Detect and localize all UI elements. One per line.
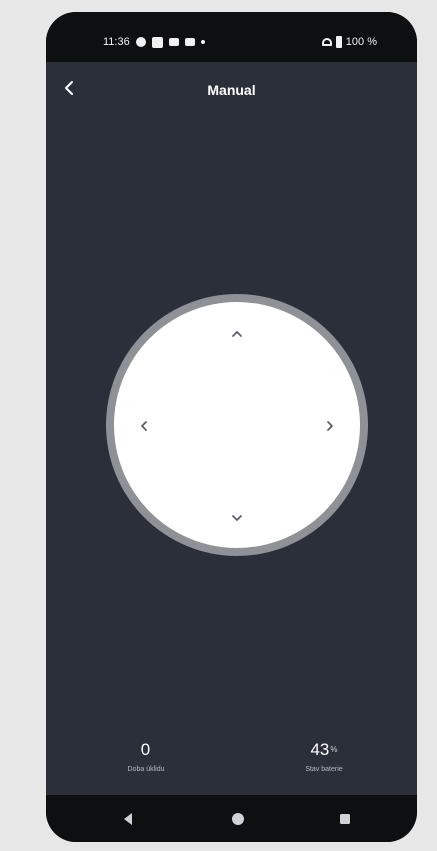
status-bar: 11:36 100 % [46,12,417,62]
chevron-down-icon [232,515,242,521]
circle-home-icon [232,813,244,825]
nav-back-button[interactable] [118,809,138,829]
turn-left-button[interactable] [136,418,152,434]
status-right: 100 % [321,36,377,48]
system-nav-bar [46,795,417,842]
cleaning-time-value-row: 0 [96,740,196,760]
battery-label: Stav baterie [305,766,343,773]
mail-icon [168,38,179,46]
page-title: Manual [207,82,256,98]
status-time: 11:36 [103,36,130,48]
direction-pad [106,294,368,556]
battery-unit: % [330,745,338,754]
battery-percent: 100 % [345,36,377,48]
cleaning-time-value: 0 [140,740,151,759]
chevron-right-icon [327,421,333,431]
battery-stat: 43% Stav baterie [274,740,374,773]
cleaning-time-label: Doba úklidu [127,766,165,773]
battery-value: 43 [310,740,330,759]
triangle-back-icon [124,813,132,825]
square-recent-icon [340,814,350,824]
dot-icon [200,40,205,44]
nav-home-button[interactable] [228,809,248,829]
chevron-up-icon [232,331,242,337]
phone-frame: 11:36 100 % Manual 0 Doba úklidu 43% Sta… [46,12,417,842]
move-forward-button[interactable] [229,326,245,342]
direction-pad-surface [114,302,360,548]
status-left: 11:36 [103,36,205,48]
manual-control-screen: Manual 0 Doba úklidu 43% Stav baterie [46,62,417,795]
cleaning-time-stat: 0 Doba úklidu [96,740,196,773]
nav-recent-button[interactable] [335,809,355,829]
chevron-left-icon [141,421,147,431]
wifi-icon [321,38,332,46]
battery-icon [335,36,342,48]
move-backward-button[interactable] [229,510,245,526]
turn-right-button[interactable] [322,418,338,434]
battery-value-row: 43% [274,740,374,760]
notification-icon [135,37,146,47]
video-icon [184,38,195,46]
header: Manual [46,62,417,112]
app-icon [151,36,163,48]
